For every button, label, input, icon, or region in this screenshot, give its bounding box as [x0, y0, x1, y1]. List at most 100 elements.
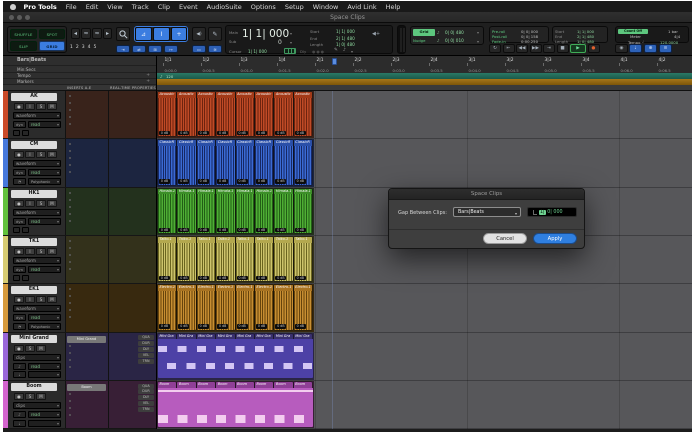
sub-counter[interactable]: 0 — [278, 39, 282, 46]
rtp-vel[interactable]: VEL — [138, 353, 154, 358]
menu-view[interactable]: View — [103, 3, 127, 11]
insertion-follows-playback-button[interactable]: ↦ — [164, 45, 178, 53]
patch-caret-icon[interactable]: ▾ — [57, 372, 59, 378]
audio-clip[interactable]: ClassicR0 dB — [177, 140, 195, 184]
clip-gain-badge[interactable]: 0 dB — [198, 228, 209, 233]
track-name[interactable]: EK1 — [11, 286, 57, 294]
meter-label[interactable]: Meter — [630, 34, 641, 39]
view-caret-icon[interactable]: ▾ — [57, 306, 59, 312]
cancel-button[interactable]: Cancel — [483, 233, 527, 244]
automation-mode-selector[interactable]: read▾ — [28, 218, 61, 225]
rtp-qua[interactable]: QUA — [138, 335, 154, 340]
track-name[interactable]: AK — [11, 93, 57, 101]
mode-spot-button[interactable]: SPOT — [39, 29, 65, 39]
insert-slot-a[interactable]: Boom — [67, 384, 106, 391]
track-option-button[interactable] — [22, 275, 29, 281]
zoom-preset-3[interactable]: 3 — [82, 45, 85, 53]
main-counter[interactable]: 1| 1| 000 — [242, 28, 289, 40]
gap-value-selected[interactable]: 1| — [539, 210, 546, 215]
audio-clip[interactable]: Electro.10 dB — [158, 285, 176, 329]
clip-gain-badge[interactable]: 0 dB — [159, 179, 170, 184]
automation-mode-selector[interactable]: read▾ — [28, 169, 61, 176]
audio-clip[interactable]: Taiko.10 dB — [294, 237, 312, 281]
automation-caret-icon[interactable]: ▾ — [57, 412, 59, 418]
track-lane-boom[interactable]: BoomBoomBoomBoomBoomBoomBoomBoom — [157, 381, 692, 429]
input-monitor-button[interactable]: I — [25, 151, 35, 158]
clip-gain-badge[interactable]: 0 dB — [295, 131, 306, 136]
insert-slot-a[interactable]: Mini Grand — [67, 336, 106, 343]
audio-clip[interactable]: Acoustic0 dB — [274, 92, 292, 136]
rewind-button[interactable]: ◀◀ — [516, 44, 528, 53]
dyn-button[interactable]: dyn — [13, 218, 26, 225]
audio-clip[interactable]: Taiko.10 dB — [216, 237, 234, 281]
bottom-scroll-strip[interactable] — [3, 429, 692, 432]
clip-gain-badge[interactable]: 0 dB — [217, 276, 228, 281]
automation-mode-selector[interactable]: read▾ — [28, 314, 61, 321]
menu-setup[interactable]: Setup — [280, 3, 308, 11]
tsel-length-value[interactable]: 1| 0| 480 — [577, 39, 594, 44]
scrubber-tool-button[interactable]: ◀) — [192, 27, 206, 41]
clip-gain-badge[interactable]: 0 dB — [159, 324, 170, 329]
audio-clip[interactable]: Acoustic0 dB — [177, 92, 195, 136]
track-option-button[interactable] — [13, 130, 20, 136]
go-to-end-button[interactable]: ⇥ — [543, 44, 555, 53]
midi-clip-header[interactable]: Boom — [158, 382, 176, 388]
patch-caret-icon[interactable]: ▾ — [57, 421, 59, 427]
rtp-dur[interactable]: DUR — [138, 389, 154, 394]
audio-clip[interactable]: Electro.10 dB — [236, 285, 254, 329]
insert-slot-dot[interactable] — [69, 345, 71, 347]
clip-gain-badge[interactable]: 0 dB — [275, 276, 286, 281]
record-enable-button[interactable]: ● — [14, 103, 24, 110]
cursor-options-caret-icon[interactable]: ▾ — [351, 49, 353, 54]
audio-clip[interactable]: Himala.10 dB — [274, 189, 292, 233]
menu-pro-tools[interactable]: Pro Tools — [19, 3, 61, 11]
rtp-trn[interactable]: TRN — [138, 407, 154, 412]
audio-clip[interactable]: Acoustic0 dB — [236, 92, 254, 136]
track-view-selector[interactable]: waveform▾ — [13, 209, 61, 216]
automation-mode-selector[interactable]: read▾ — [28, 121, 61, 128]
menu-window[interactable]: Window — [308, 3, 343, 11]
elastic-audio-icon[interactable]: ◔ — [13, 323, 26, 330]
audio-clip[interactable]: Taiko.10 dB — [197, 237, 215, 281]
solo-button[interactable]: S — [36, 151, 46, 158]
menu-file[interactable]: File — [61, 3, 81, 11]
audio-clip[interactable]: Electro.10 dB — [216, 285, 234, 329]
menu-options[interactable]: Options — [246, 3, 280, 11]
clip-gain-badge[interactable]: 0 dB — [256, 228, 267, 233]
automation-caret-icon[interactable]: ▾ — [57, 219, 59, 225]
main-counter-menu-icon[interactable]: ▾ — [290, 31, 292, 36]
play-button[interactable]: ▶ — [570, 44, 586, 53]
zoom-toggle-button[interactable]: ▭ — [192, 45, 206, 53]
insert-slot-dot[interactable] — [69, 220, 71, 222]
track-lane-ek1[interactable]: Electro.10 dBElectro.10 dBElectro.10 dBE… — [157, 284, 692, 332]
clip-gain-badge[interactable]: 0 dB — [178, 324, 189, 329]
dyn-button[interactable]: dyn — [13, 314, 26, 321]
track-view-selector[interactable]: waveform▾ — [13, 257, 61, 264]
audio-clip[interactable]: ClassicR0 dB — [255, 140, 273, 184]
patch-selector[interactable]: ▾ — [28, 420, 61, 427]
midi-clip-body[interactable] — [158, 388, 313, 427]
rtp-dur[interactable]: DUR — [138, 341, 154, 346]
clip-gain-badge[interactable]: 0 dB — [217, 131, 228, 136]
zoom-in-button[interactable]: ▸ — [103, 28, 112, 39]
midi-clip-header[interactable]: Boom — [197, 382, 215, 388]
menu-clip[interactable]: Clip — [153, 3, 174, 11]
dyn-button[interactable]: dyn — [13, 169, 26, 176]
mirrored-midi-button[interactable]: ≋ — [208, 45, 222, 53]
clip-gain-badge[interactable]: 0 dB — [275, 228, 286, 233]
automation-caret-icon[interactable]: ▾ — [57, 267, 59, 273]
track-name[interactable]: HK1 — [11, 190, 57, 198]
rtp-trn[interactable]: TRN — [138, 359, 154, 364]
view-caret-icon[interactable]: ▾ — [57, 113, 59, 119]
clip-gain-badge[interactable]: 0 dB — [256, 179, 267, 184]
solo-button[interactable]: S — [36, 200, 46, 207]
zoom-out-button[interactable]: ◂ — [71, 28, 80, 39]
track-view-selector[interactable]: waveform▾ — [13, 112, 61, 119]
track-lane-mini-grand[interactable]: Mini GraMini GraMini GraMini GraMini Gra… — [157, 333, 692, 381]
audio-clip[interactable]: Himala.10 dB — [216, 189, 234, 233]
zoom-preset-4[interactable]: 4 — [88, 45, 91, 53]
insert-slot-dot[interactable] — [69, 359, 71, 361]
tempo-marker[interactable]: 120 — [166, 74, 173, 79]
audio-zoom-button[interactable]: ≈ — [81, 28, 91, 39]
patch-note-icon[interactable]: ♩ — [13, 420, 26, 427]
